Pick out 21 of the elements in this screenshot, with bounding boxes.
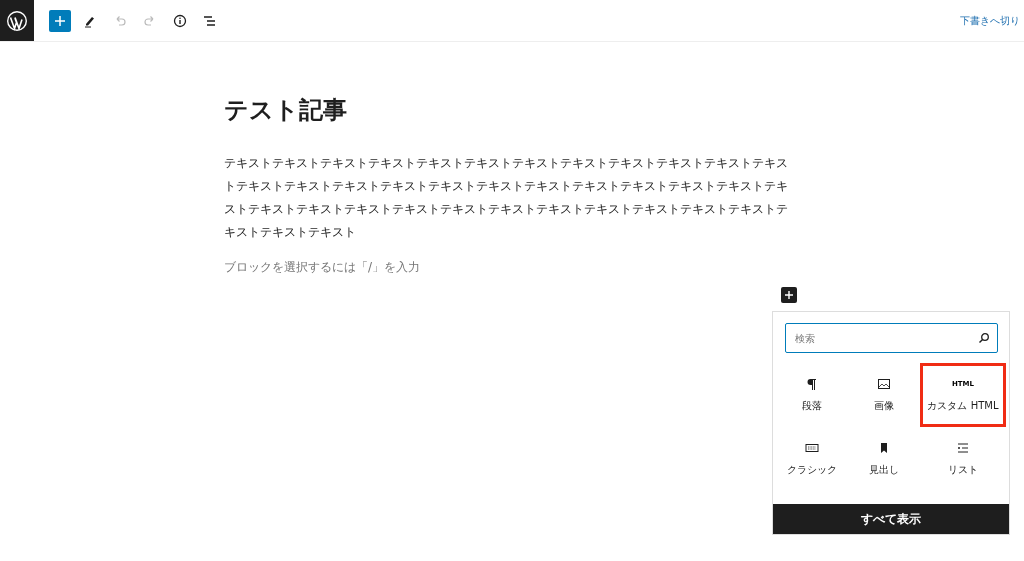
block-type-item[interactable]: クラシック xyxy=(776,427,848,491)
switch-to-draft-link[interactable]: 下書きへ切り xyxy=(960,13,1020,28)
add-block-button[interactable] xyxy=(781,287,797,303)
add-block-button[interactable] xyxy=(49,9,71,32)
block-type-item[interactable]: リスト xyxy=(920,427,1006,491)
block-type-item[interactable]: 見出し xyxy=(848,427,920,491)
block-type-item[interactable]: 画像 xyxy=(848,363,920,427)
post-title[interactable]: テスト記事 xyxy=(224,94,796,126)
list-icon xyxy=(956,441,970,455)
pilcrow-icon xyxy=(805,377,819,391)
paragraph-text[interactable]: テキストテキストテキストテキストテキストテキストテキストテキストテキストテキストテキストテキストテキストテキストテキストテキストテキストテキストテキストテキストテキストテキストテキストテキストテキストテキストテキストテキストテキストテキストテキストテキストテキストテキストテキストテキストテキストテキスト xyxy=(224,152,796,244)
plus-icon xyxy=(54,14,66,27)
search-icon xyxy=(978,332,990,344)
show-all-button[interactable]: すべて表示 xyxy=(773,504,1009,534)
image-icon xyxy=(877,377,891,391)
block-type-item[interactable]: 段落 xyxy=(776,363,848,427)
block-placeholder[interactable]: ブロックを選択するには「/」を入力 xyxy=(224,259,796,276)
search-field[interactable]: 検索 xyxy=(785,323,998,353)
keyboard-icon xyxy=(805,441,819,455)
wordpress-logo[interactable] xyxy=(0,0,34,41)
plus-icon xyxy=(784,290,794,300)
